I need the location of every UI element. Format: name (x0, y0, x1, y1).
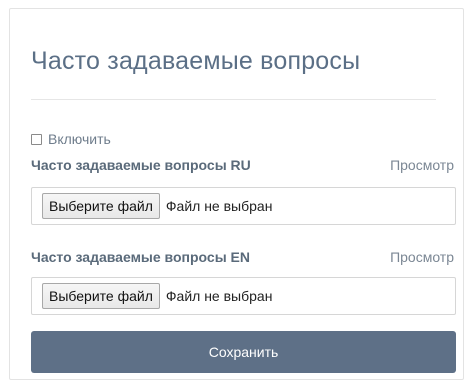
faq-ru-file-input[interactable]: Выберите файл Файл не выбран (31, 187, 456, 225)
enable-row[interactable]: Включить (31, 130, 111, 148)
faq-en-preview-link[interactable]: Просмотр (390, 249, 454, 265)
faq-settings-panel: Часто задаваемые вопросы Включить Часто … (9, 8, 464, 380)
panel-title: Часто задаваемые вопросы (31, 47, 361, 75)
faq-en-choose-file-button[interactable]: Выберите файл (42, 283, 160, 309)
faq-en-label: Часто задаваемые вопросы EN (31, 249, 250, 265)
faq-ru-label: Часто задаваемые вопросы RU (31, 157, 251, 173)
enable-checkbox[interactable] (31, 133, 42, 145)
title-divider (31, 99, 436, 100)
faq-en-file-status: Файл не выбран (165, 288, 273, 304)
faq-en-file-input[interactable]: Выберите файл Файл не выбран (31, 277, 456, 315)
faq-ru-file-status: Файл не выбран (165, 198, 273, 214)
enable-label: Включить (48, 131, 111, 147)
faq-ru-preview-link[interactable]: Просмотр (390, 157, 454, 173)
faq-ru-choose-file-button[interactable]: Выберите файл (42, 193, 160, 219)
save-button[interactable]: Сохранить (31, 331, 456, 373)
